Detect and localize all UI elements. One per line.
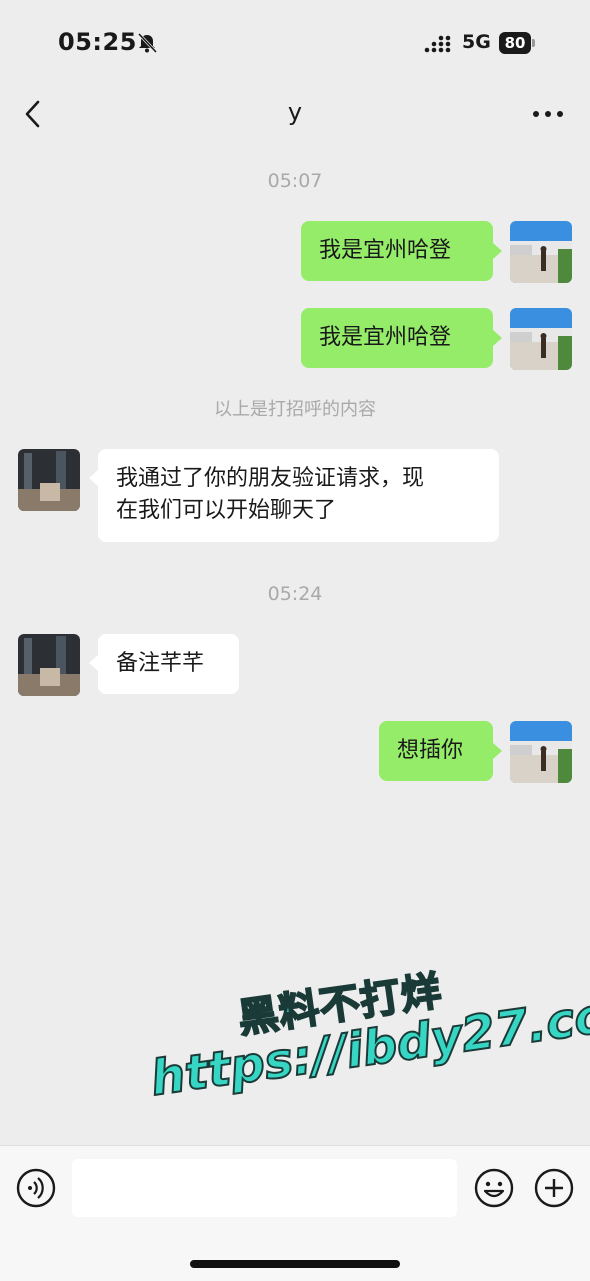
bubble-tail [89,470,98,486]
bell-muted-icon [137,32,158,54]
message-bubble-outgoing[interactable]: 我是宜州哈登 [301,308,493,368]
battery-level: 80 [499,32,531,54]
bubble-tail [493,743,502,759]
message-text: 我是宜州哈登 [319,325,452,350]
timestamp: 05:07 [267,170,323,192]
message-input[interactable] [72,1159,457,1217]
message-text: 我是宜州哈登 [319,238,452,263]
message-bubble-outgoing[interactable]: 想插你 [379,721,493,781]
timestamp: 05:24 [267,583,323,605]
nav-bar: y [0,88,590,140]
message-bubble-incoming[interactable]: 我通过了你的朋友验证请求，现 在我们可以开始聊天了 [98,449,499,542]
message-bubble-outgoing[interactable]: 我是宜州哈登 [301,221,493,281]
chat-title: y [287,98,303,126]
battery-indicator: 80 [499,32,535,54]
more-options-icon[interactable] [532,108,564,120]
avatar-self[interactable] [510,221,572,283]
avatar-self[interactable] [510,308,572,370]
status-bar: 05:25 5G 80 [0,0,590,88]
watermark: 黑料不打烊 https://ibdy27.com [140,942,590,1129]
emoji-icon[interactable] [474,1168,514,1208]
battery-tip [532,39,535,47]
status-time: 05:25 [58,28,137,56]
home-indicator[interactable] [190,1260,400,1268]
bubble-tail [493,243,502,259]
input-bar [0,1145,590,1281]
signal-icon [424,35,451,53]
message-text-line: 在我们可以开始聊天了 [116,498,337,523]
message-text: 备注芊芊 [116,651,205,676]
bubble-tail [493,330,502,346]
avatar-self[interactable] [510,721,572,783]
avatar-contact[interactable] [18,634,80,696]
avatar-contact[interactable] [18,449,80,511]
system-note: 以上是打招呼的内容 [214,399,376,420]
network-label: 5G [462,31,491,53]
message-text: 想插你 [397,738,464,763]
bubble-tail [89,655,98,671]
message-bubble-incoming[interactable]: 备注芊芊 [98,634,239,694]
plus-icon[interactable] [534,1168,574,1208]
voice-input-icon[interactable] [16,1168,56,1208]
message-text-line: 我通过了你的朋友验证请求，现 [116,466,425,491]
